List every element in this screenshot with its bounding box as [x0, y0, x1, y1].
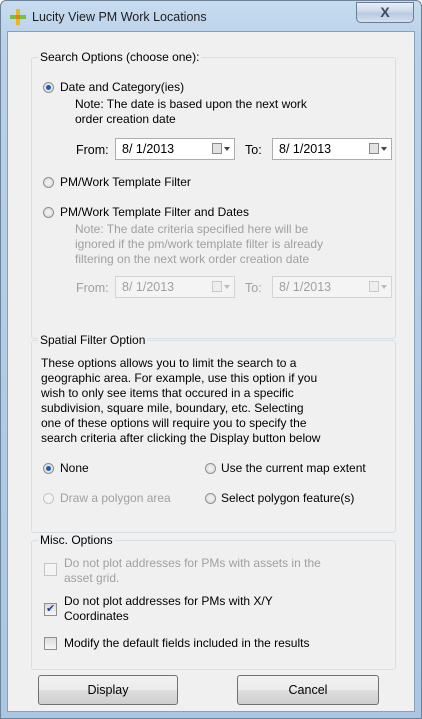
title-bar[interactable]: Lucity View PM Work Locations X [1, 1, 421, 31]
none-label[interactable]: None [60, 461, 89, 475]
window-title: Lucity View PM Work Locations [32, 10, 207, 24]
template-dates-note-3: filtering on the next work order creatio… [75, 252, 310, 266]
close-button[interactable]: X [356, 2, 414, 23]
date-category-note-1: Note: The date is based upon the next wo… [75, 97, 307, 111]
calendar-icon[interactable] [369, 143, 387, 155]
template-dates-note-1: Note: The date criteria specified here w… [75, 222, 309, 236]
polygon-area-label: Draw a polygon area [60, 491, 171, 505]
none-radio[interactable] [43, 463, 54, 474]
polygon-area-radio [43, 493, 54, 504]
xy-coordinates-label-2[interactable]: Coordinates [64, 609, 129, 623]
template-filter-dates-radio[interactable] [43, 207, 54, 218]
dialog-body: Search Options (choose one): Date and Ca… [7, 31, 415, 712]
from-label: From: [76, 143, 109, 157]
map-extent-label[interactable]: Use the current map extent [221, 461, 366, 475]
modify-fields-label[interactable]: Modify the default fields included in th… [64, 636, 309, 650]
spatial-desc-5: one of these options will require you to… [41, 416, 307, 430]
cancel-button[interactable]: Cancel [237, 675, 379, 705]
to-label-disabled: To: [245, 281, 262, 295]
to-date-picker[interactable]: 8/ 1/2013 [272, 138, 392, 160]
calendar-icon [212, 281, 230, 293]
date-category-label[interactable]: Date and Category(ies) [60, 80, 184, 94]
template-dates-note-2: ignored if the pm/work template filter i… [75, 237, 324, 251]
spatial-desc-1: These options allows you to limit the se… [41, 356, 297, 370]
from-date-value: 8/ 1/2013 [122, 142, 175, 156]
spatial-desc-6: search criteria after clicking the Displ… [41, 431, 321, 445]
template-filter-radio[interactable] [43, 177, 54, 188]
map-extent-radio[interactable] [205, 463, 216, 474]
from-date-picker[interactable]: 8/ 1/2013 [115, 138, 235, 160]
spatial-desc-4: subdivision, square mile, boundary, etc.… [41, 401, 304, 415]
spatial-desc-2: geographic area. For example, use this o… [41, 371, 318, 385]
polygon-feature-label[interactable]: Select polygon feature(s) [221, 491, 354, 505]
lucity-cross-icon [10, 9, 26, 25]
xy-coordinates-label-1[interactable]: Do not plot addresses for PMs with X/Y [64, 594, 273, 608]
to-date-value-disabled: 8/ 1/2013 [279, 280, 332, 294]
from-date-picker-disabled: 8/ 1/2013 [115, 276, 235, 298]
assets-grid-label-1: Do not plot addresses for PMs with asset… [64, 556, 321, 570]
dialog-window: Lucity View PM Work Locations X Search O… [0, 0, 422, 719]
xy-coordinates-checkbox[interactable] [44, 602, 57, 616]
template-filter-dates-label[interactable]: PM/Work Template Filter and Dates [60, 205, 249, 219]
polygon-feature-radio[interactable] [205, 493, 216, 504]
to-date-value: 8/ 1/2013 [279, 142, 332, 156]
spatial-filter-legend: Spatial Filter Option [38, 333, 148, 347]
to-date-picker-disabled: 8/ 1/2013 [272, 276, 392, 298]
assets-grid-label-2: asset grid. [64, 571, 120, 585]
to-label: To: [245, 143, 262, 157]
from-label-disabled: From: [76, 281, 109, 295]
from-date-value-disabled: 8/ 1/2013 [122, 280, 175, 294]
close-icon: X [380, 4, 390, 20]
display-button[interactable]: Display [38, 675, 178, 705]
assets-grid-checkbox [44, 563, 57, 576]
date-category-radio[interactable] [43, 82, 54, 93]
template-filter-label[interactable]: PM/Work Template Filter [60, 175, 191, 189]
calendar-icon [369, 281, 387, 293]
misc-options-legend: Misc. Options [38, 533, 115, 547]
search-options-legend: Search Options (choose one): [38, 50, 202, 64]
spatial-desc-3: wish to only see items that occured in a… [41, 386, 294, 400]
modify-fields-checkbox[interactable] [44, 637, 57, 650]
calendar-icon[interactable] [212, 143, 230, 155]
date-category-note-2: order creation date [75, 112, 176, 126]
